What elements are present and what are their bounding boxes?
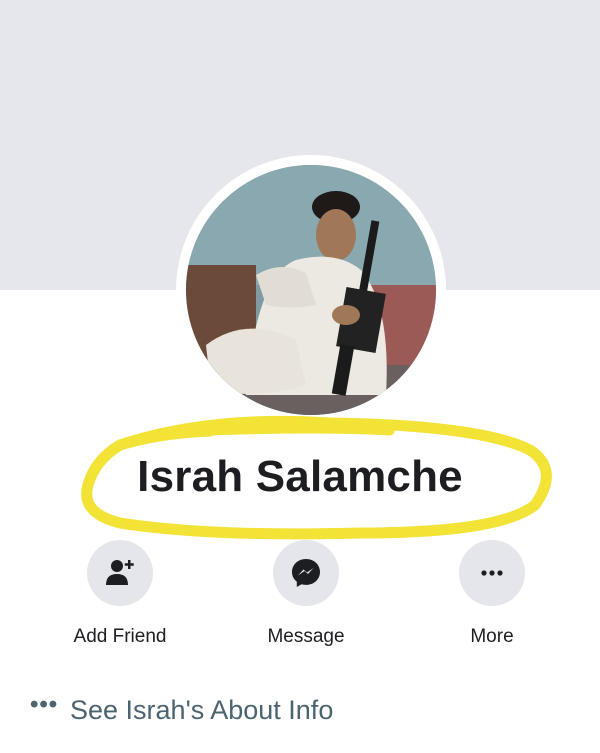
message-label: Message (267, 626, 345, 647)
profile-photo[interactable] (186, 165, 436, 415)
messenger-icon (292, 559, 320, 587)
add-friend-button[interactable]: Add Friend (50, 540, 190, 648)
more-icon (481, 570, 503, 576)
see-about-info-link[interactable]: ••• See Israh's About Info (30, 690, 333, 730)
message-icon-circle[interactable] (273, 540, 339, 606)
profile-photo-image (186, 165, 436, 415)
add-friend-icon-circle[interactable] (87, 540, 153, 606)
see-about-info-label: See Israh's About Info (70, 694, 334, 725)
more-dots-icon: ••• (30, 691, 59, 718)
more-icon-circle[interactable] (459, 540, 525, 606)
profile-name: Israh Salamche (137, 452, 463, 501)
message-button[interactable]: Message (236, 540, 376, 648)
add-friend-label: Add Friend (73, 626, 167, 647)
more-label: More (470, 626, 514, 647)
add-friend-icon (106, 560, 134, 585)
more-button[interactable]: More (422, 540, 562, 648)
